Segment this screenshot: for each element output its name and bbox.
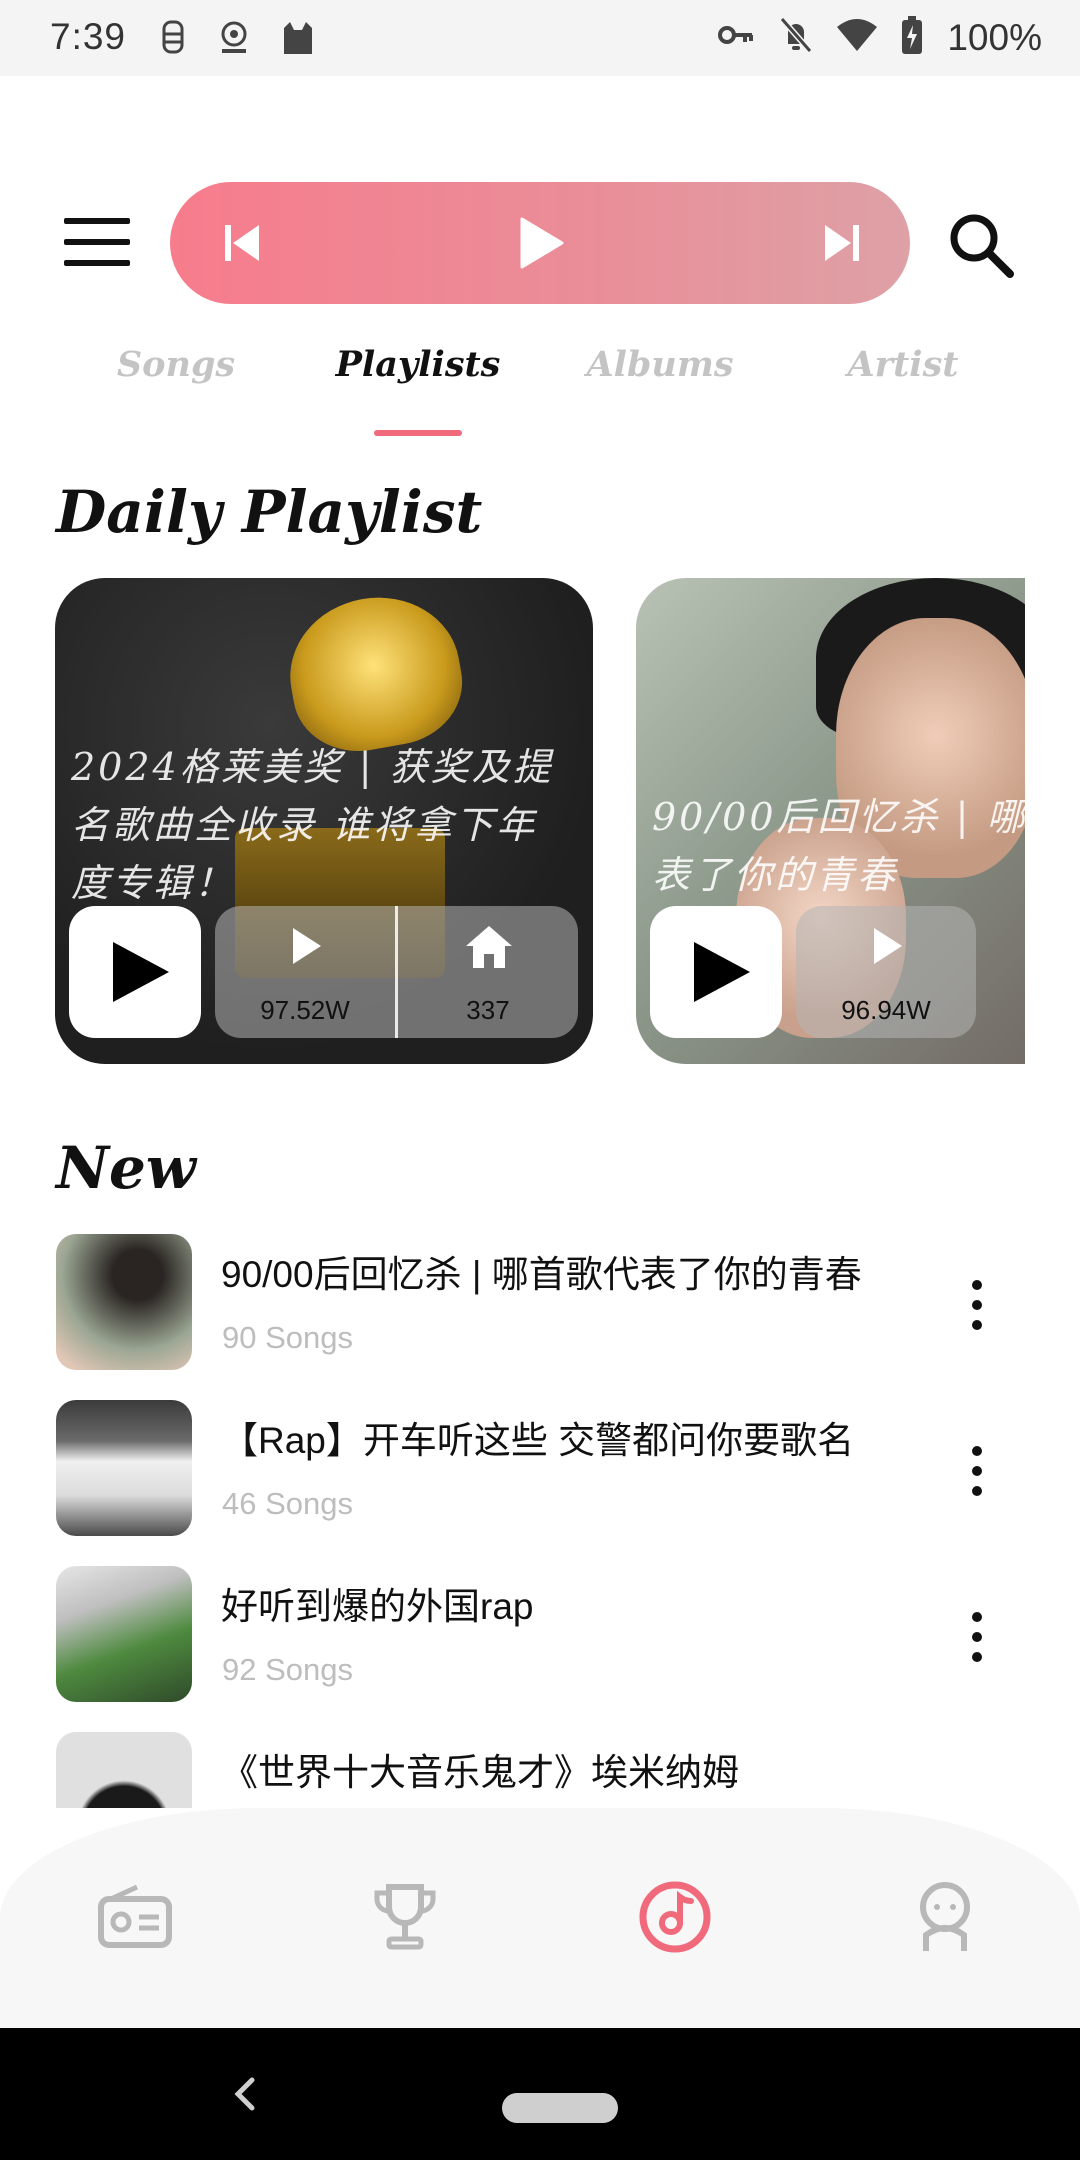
- tab-artist[interactable]: Artist: [848, 344, 959, 385]
- song-count: 46 Songs: [222, 1486, 353, 1521]
- playlist-card[interactable]: 2024格莱美奖 | 获奖及提名歌曲全收录 谁将拿下年度专辑！ 97.52W 3…: [55, 578, 593, 1064]
- plays-stat: 97.52W: [215, 906, 395, 1038]
- battery-percent: 100%: [947, 16, 1042, 58]
- card-stats: 96.94W: [796, 906, 976, 1038]
- vpn-key-icon: [158, 18, 188, 63]
- playlist-thumbnail: [56, 1732, 192, 1808]
- card-play-button[interactable]: [650, 906, 782, 1038]
- card-stats: 97.52W 337: [215, 906, 578, 1038]
- section-title-new: New: [56, 1134, 196, 1202]
- card-caption: 2024格莱美奖 | 获奖及提名歌曲全收录 谁将拿下年度专辑！: [71, 745, 554, 905]
- bell-off-icon: [779, 16, 813, 59]
- tab-indicator: [374, 430, 462, 436]
- previous-icon[interactable]: [210, 182, 274, 304]
- playlist-thumbnail: [56, 1400, 192, 1536]
- status-time: 7:39: [50, 16, 127, 57]
- tab-albums[interactable]: Albums: [586, 344, 733, 385]
- bottom-navigation: [0, 1808, 1080, 2028]
- battery-charging-icon: [901, 16, 923, 59]
- playlist-title: 《世界十大音乐鬼才》埃米纳姆: [221, 1752, 739, 1793]
- songs-stat: 337: [395, 906, 578, 1038]
- play-count: 97.52W: [260, 995, 350, 1025]
- profile-icon[interactable]: [900, 1872, 990, 1962]
- notification-app-icon: [218, 18, 250, 63]
- playlist-thumbnail: [56, 1566, 192, 1702]
- play-count-icon: [293, 928, 321, 964]
- cat-app-icon: [280, 18, 316, 63]
- list-item[interactable]: 【Rap】开车听这些 交警都问你要歌名 46 Songs: [0, 1400, 1080, 1540]
- back-icon[interactable]: [222, 2070, 270, 2118]
- hamburger-menu-icon[interactable]: [64, 218, 134, 268]
- play-count-icon: [874, 928, 902, 964]
- trophy-icon[interactable]: [360, 1872, 450, 1962]
- song-count: 90 Songs: [222, 1320, 353, 1355]
- list-item[interactable]: 好听到爆的外国rap 92 Songs: [0, 1566, 1080, 1706]
- play-count: 96.94W: [841, 995, 931, 1025]
- key-icon: [717, 21, 755, 54]
- radio-icon[interactable]: [90, 1872, 180, 1962]
- plays-stat: 96.94W: [796, 906, 976, 1038]
- tab-songs[interactable]: Songs: [117, 344, 235, 385]
- next-icon[interactable]: [810, 182, 874, 304]
- tab-bar: Songs Playlists Albums Artist: [0, 344, 1080, 404]
- system-navigation-bar: [0, 2028, 1080, 2160]
- more-options-icon[interactable]: [970, 1280, 984, 1330]
- list-item[interactable]: 90/00后回忆杀 | 哪首歌代表了你的青春 90 Songs: [0, 1234, 1080, 1374]
- playlist-title: 好听到爆的外国rap: [221, 1586, 534, 1627]
- playlist-card[interactable]: 90/00后回忆杀 | 哪首歌代表了你的青春 96.94W: [636, 578, 1025, 1064]
- song-count: 92 Songs: [222, 1652, 353, 1687]
- more-options-icon[interactable]: [970, 1612, 984, 1662]
- daily-playlist-carousel[interactable]: 2024格莱美奖 | 获奖及提名歌曲全收录 谁将拿下年度专辑！ 97.52W 3…: [0, 578, 1025, 1068]
- song-count: 337: [466, 995, 510, 1025]
- list-item[interactable]: 《世界十大音乐鬼才》埃米纳姆: [0, 1732, 1080, 1808]
- play-icon[interactable]: [506, 182, 576, 304]
- music-disc-icon[interactable]: [630, 1872, 720, 1962]
- wifi-icon: [837, 19, 878, 56]
- mini-player: [170, 182, 910, 304]
- card-play-button[interactable]: [69, 906, 201, 1038]
- home-icon: [466, 926, 512, 968]
- tab-playlists[interactable]: Playlists: [336, 344, 501, 385]
- more-options-icon[interactable]: [970, 1446, 984, 1496]
- card-artwork: [278, 584, 472, 762]
- playlist-thumbnail: [56, 1234, 192, 1370]
- search-icon[interactable]: [946, 210, 1016, 280]
- playlist-title: 90/00后回忆杀 | 哪首歌代表了你的青春: [221, 1254, 862, 1295]
- home-pill[interactable]: [502, 2093, 618, 2123]
- section-title-daily: Daily Playlist: [56, 478, 483, 546]
- card-caption: 90/00后回忆杀 | 哪首歌代表了你的青春: [652, 795, 1025, 897]
- more-options-icon[interactable]: [970, 1778, 984, 1808]
- playlist-title: 【Rap】开车听这些 交警都问你要歌名: [221, 1420, 855, 1461]
- status-bar: 7:39 100%: [0, 0, 1080, 76]
